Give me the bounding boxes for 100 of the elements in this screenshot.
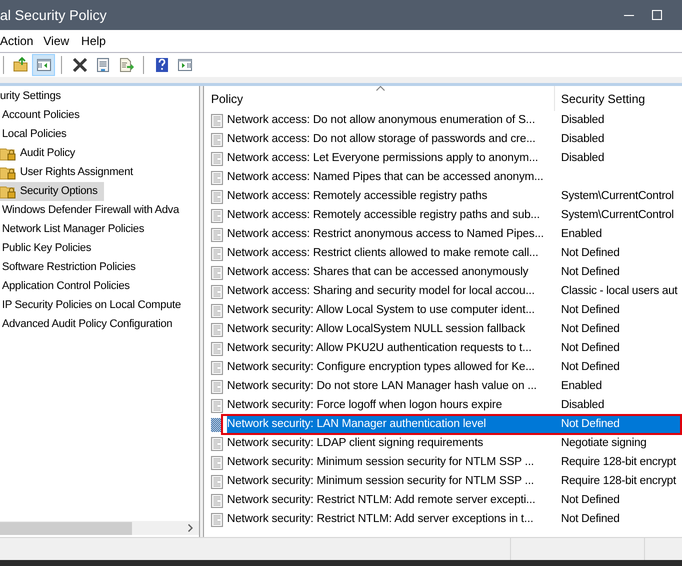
table-cell-text: Network security: Allow PKU2U authentication requests to t... [227, 340, 533, 356]
table-cell-text: Network security: LAN Manager authentication level [227, 416, 487, 432]
table-cell-text: Network access: Remotely accessible registry paths and sub... [227, 208, 541, 223]
table-cell-text: Disabled [561, 398, 604, 413]
table-cell-text: Not Defined [561, 246, 620, 261]
help-icon [154, 57, 170, 73]
table-cell-text: Enabled [561, 378, 602, 394]
policy-icon [211, 190, 223, 204]
tree-item[interactable]: Windows Defender Firewall with Adva [0, 201, 182, 220]
policy-icon [211, 512, 223, 526]
column-header[interactable]: Security Setting [555, 86, 682, 111]
policy-icon [211, 246, 223, 260]
folder-icon [12, 57, 28, 73]
table-row[interactable]: Network security: Configure encryption types allowed for Ke... Not Defined [227, 358, 682, 377]
tree-item[interactable]: User Rights Assignment [0, 163, 135, 182]
table-cell-text: Network access: Shares that can be accessed anonymously [227, 264, 530, 280]
table-cell-text: Network security: Do not store LAN Manager hash value on ... [227, 378, 538, 394]
table-row[interactable]: Network security: Force logoff when logon hours expire Disabled [227, 396, 682, 415]
tree-item[interactable]: Public Key Policies [0, 239, 94, 258]
tree-item[interactable]: urity Settings [0, 87, 63, 106]
table-cell-text: Network access: Do not allow anonymous enumeration of S... [227, 112, 536, 128]
table-cell-text: System\CurrentControl [561, 188, 674, 204]
table-cell-text: Require 128-bit encrypt [561, 454, 676, 470]
table-cell-text: Not Defined [561, 492, 620, 508]
table-row[interactable]: Network security: Do not store LAN Manager hash value on ... Enabled [227, 377, 682, 396]
table-row[interactable]: Network access: Restrict anonymous access to Named Pipes... Enabled [227, 225, 682, 244]
table-cell-text: Classic - local users aut [561, 284, 678, 299]
table-cell-text: Network security: LDAP client signing requirements [227, 436, 484, 451]
table-row[interactable]: Network security: Restrict NTLM: Add server exceptions in t... Not Defined [227, 510, 682, 529]
table-row[interactable]: Network security: Allow LocalSystem NULL session fallback Not Defined [227, 320, 682, 339]
properties-icon [94, 57, 110, 73]
table-row[interactable]: Network security: Minimum session security for NTLM SSP ... Require 128-bit encrypt [227, 472, 682, 491]
tree-item[interactable]: Account Policies [0, 106, 82, 125]
table-cell-text: Not Defined [561, 264, 620, 280]
table-row[interactable]: Network access: Let Everyone permissions apply to anonym... Disabled [227, 149, 682, 168]
policy-icon [211, 132, 223, 146]
delete-icon [72, 57, 88, 73]
table-cell-text: Not Defined [561, 360, 620, 375]
table-row[interactable]: Network security: LDAP client signing requirements Negotiate signing [227, 434, 682, 453]
policy-icon [211, 304, 223, 318]
policy-icon [211, 494, 223, 508]
pane-icon [176, 57, 192, 73]
table-cell-text: Not Defined [561, 340, 620, 356]
policy-icon [211, 114, 223, 128]
policy-icon [211, 436, 223, 450]
menu-item[interactable]: Action [0, 30, 34, 52]
table-cell-text: Network security: Restrict NTLM: Add server exceptions in t... [227, 512, 534, 527]
menu-item[interactable]: Help [81, 30, 106, 52]
policy-icon [211, 456, 223, 470]
policy-icon [211, 152, 223, 166]
policy-icon [211, 284, 223, 298]
table-row[interactable]: Network access: Remotely accessible registry paths System\CurrentControl [227, 187, 682, 206]
tree-item[interactable]: IP Security Policies on Local Compute [0, 296, 183, 315]
tree-item[interactable]: Local Policies [0, 125, 68, 144]
table-cell-text: Network access: Sharing and security model for local accou... [227, 284, 536, 299]
table-row[interactable]: Network access: Shares that can be accessed anonymously Not Defined [227, 263, 682, 282]
table-cell-text: Disabled [561, 150, 604, 166]
table-cell-text: Network access: Remotely accessible registry paths [227, 188, 488, 204]
maximize-icon [652, 10, 662, 20]
tree-item[interactable]: Network List Manager Policies [0, 220, 146, 239]
table-row[interactable]: Network security: Minimum session security for NTLM SSP ... Require 128-bit encrypt [227, 453, 682, 472]
table-row[interactable]: Network access: Restrict clients allowed to make remote call... Not Defined [227, 244, 682, 263]
table-row[interactable]: Network access: Remotely accessible registry paths and sub... System\CurrentControl [227, 206, 682, 225]
table-cell-text: Not Defined [561, 322, 620, 337]
menu-item[interactable]: View [43, 30, 70, 52]
scroll-right-icon[interactable] [188, 524, 193, 532]
tree-item[interactable]: Audit Policy [0, 144, 78, 163]
table-row[interactable]: Network security: Allow Local System to use computer ident... Not Defined [227, 301, 682, 320]
policy-icon [211, 208, 223, 222]
pane-icon [36, 57, 52, 73]
table-row[interactable]: Network security: Allow PKU2U authentication requests to t... Not Defined [227, 339, 682, 358]
export-icon [118, 57, 134, 73]
policy-icon [211, 228, 223, 242]
table-cell-text: Network access: Restrict clients allowed to make remote call... [227, 246, 540, 261]
tree-item[interactable]: Advanced Audit Policy Configuration [0, 315, 174, 334]
table-cell-text: Network security: Allow Local System to use computer ident... [227, 302, 536, 318]
tree-item[interactable]: Software Restriction Policies [0, 258, 138, 277]
table-row[interactable]: Network access: Sharing and security model for local accou... Classic - local users aut [227, 282, 682, 301]
table-row[interactable]: Network access: Named Pipes that can be accessed anonym... [227, 168, 682, 187]
table-cell-text: Network security: Restrict NTLM: Add remote server excepti... [227, 492, 536, 508]
policy-icon [211, 380, 223, 394]
scrollbar-thumb[interactable] [0, 522, 132, 534]
table-cell-text: Network access: Named Pipes that can be accessed anonym... [227, 170, 544, 185]
table-row[interactable]: Network access: Do not allow storage of passwords and cre... Disabled [227, 130, 682, 149]
tree-item[interactable]: Application Control Policies [0, 277, 132, 296]
table-cell-text: System\CurrentControl [561, 208, 674, 223]
tree-item[interactable]: Security Options [0, 182, 104, 201]
table-row[interactable]: Network access: Do not allow anonymous enumeration of S... Disabled [227, 111, 682, 130]
column-header[interactable]: Policy [204, 86, 555, 111]
table-cell-text: Enabled [561, 226, 602, 242]
table-cell-text: Not Defined [561, 416, 620, 432]
table-cell-text: Network access: Do not allow storage of passwords and cre... [227, 132, 536, 147]
table-row[interactable]: Network security: Restrict NTLM: Add remote server excepti... Not Defined [227, 491, 682, 510]
table-cell-text: Not Defined [561, 512, 620, 527]
table-cell-text: Not Defined [561, 302, 620, 318]
table-cell-text: Network security: Configure encryption types allowed for Ke... [227, 360, 536, 375]
horizontal-scrollbar[interactable] [0, 521, 199, 535]
sort-ascending-icon [376, 86, 385, 91]
table-cell-text: Network security: Minimum session security for NTLM SSP ... [227, 474, 536, 489]
policy-icon [211, 342, 223, 356]
